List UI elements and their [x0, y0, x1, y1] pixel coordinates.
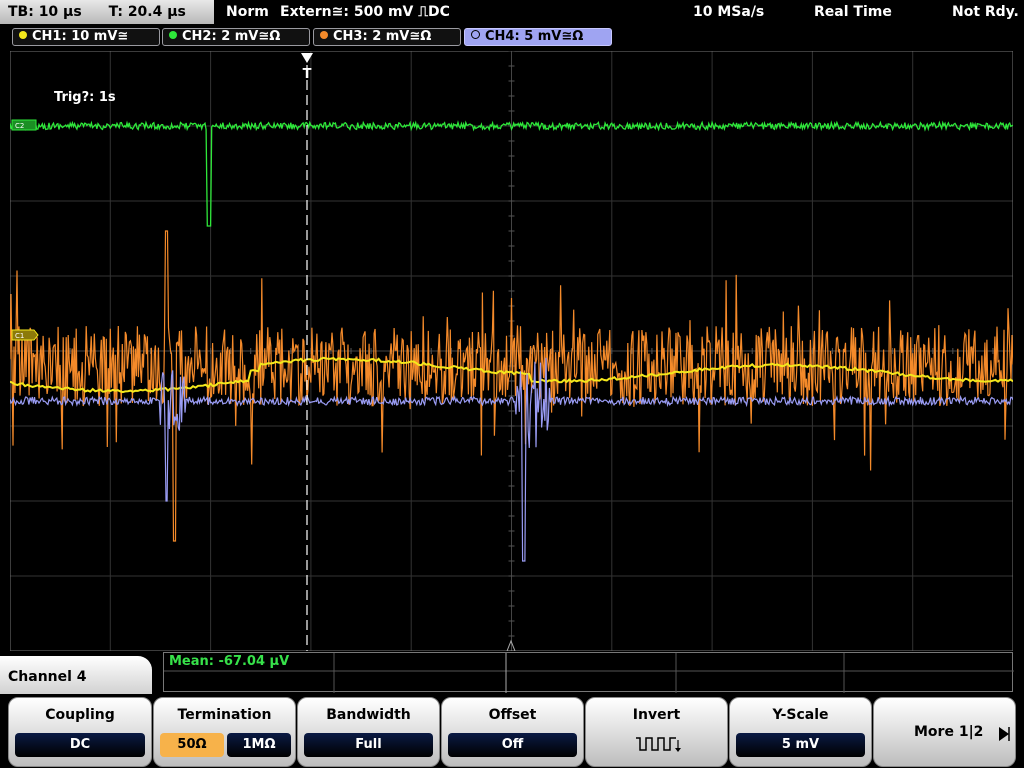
ch2-dot-icon [169, 31, 177, 39]
ch1-level-marker[interactable]: C1 [11, 329, 39, 341]
trigger-info: Trig?: 1s [54, 90, 116, 105]
acquisition-mode: Real Time [814, 4, 892, 20]
trigger-mode[interactable]: Norm [226, 0, 269, 24]
termination-50ohm[interactable]: 50Ω [160, 733, 224, 757]
yscale-value: 5 mV [736, 733, 865, 757]
invert-button[interactable]: Invert [585, 697, 728, 767]
more-button[interactable]: More 1|2 [873, 697, 1016, 767]
channel-tabs: CH1: 10 mV≅ CH2: 2 mV≅Ω CH3: 2 mV≅Ω CH4:… [0, 26, 1024, 48]
acquisition-state: Not Rdy. [952, 4, 1019, 20]
bandwidth-button[interactable]: Bandwidth Full [297, 697, 440, 767]
sample-rate: 10 MSa/s [693, 4, 765, 20]
arrow-right-icon [999, 727, 1010, 741]
termination-button[interactable]: Termination 50Ω 1MΩ [153, 697, 296, 767]
menu-title: Channel 4 [0, 656, 152, 696]
invert-label: Invert [632, 707, 681, 723]
tab-ch1[interactable]: CH1: 10 mV≅ [12, 28, 160, 46]
timebase: TB: 10 µs [8, 4, 82, 20]
tab-ch2[interactable]: CH2: 2 mV≅Ω [162, 28, 310, 46]
measurement-grid [164, 653, 1014, 693]
softkey-bar: Coupling DC Termination 50Ω 1MΩ Bandwidt… [0, 694, 1024, 768]
trigger-time: T: 20.4 µs [108, 4, 186, 20]
timebase-box[interactable]: TB: 10 µs T: 20.4 µs [0, 0, 214, 24]
bandwidth-value: Full [304, 733, 433, 757]
coupling-button[interactable]: Coupling DC [8, 697, 152, 767]
svg-text:T: T [303, 67, 312, 82]
svg-text:C2: C2 [15, 122, 24, 130]
grid [10, 51, 1013, 651]
coupling-label: Coupling [45, 707, 115, 723]
tab-ch4[interactable]: CH4: 5 mV≅Ω [464, 28, 612, 46]
coupling-value: DC [15, 733, 145, 757]
ch2-level-marker[interactable]: C2 [11, 119, 37, 131]
status-bar: TB: 10 µs T: 20.4 µs Norm Extern≅: 500 m… [0, 0, 1024, 24]
tab-ch3-label: CH3: 2 mV≅Ω [333, 29, 432, 44]
trigger-source[interactable]: Extern≅: 500 mV ⎍DC [280, 0, 450, 24]
measurement-panel [163, 652, 1014, 693]
tab-ch4-label: CH4: 5 mV≅Ω [485, 29, 584, 44]
bandwidth-label: Bandwidth [326, 707, 411, 723]
ch1-dot-icon [19, 31, 27, 39]
ch3-dot-icon [320, 31, 328, 39]
offset-label: Offset [488, 707, 537, 723]
yscale-button[interactable]: Y-Scale 5 mV [729, 697, 872, 767]
ch4-dot-icon [471, 30, 480, 39]
tab-ch3[interactable]: CH3: 2 mV≅Ω [313, 28, 461, 46]
termination-1mohm[interactable]: 1MΩ [227, 733, 291, 757]
offset-button[interactable]: Offset Off [441, 697, 584, 767]
yscale-label: Y-Scale [772, 707, 829, 723]
mean-measurement: Mean: -67.04 µV [169, 654, 290, 669]
termination-label: Termination [177, 707, 272, 723]
tab-ch2-label: CH2: 2 mV≅Ω [182, 29, 281, 44]
svg-text:C1: C1 [15, 332, 24, 340]
waveform-display[interactable]: T C2 C1 [10, 51, 1013, 651]
tab-ch1-label: CH1: 10 mV≅ [32, 29, 129, 44]
offset-value: Off [448, 733, 577, 757]
invert-waveform-icon [636, 737, 681, 752]
